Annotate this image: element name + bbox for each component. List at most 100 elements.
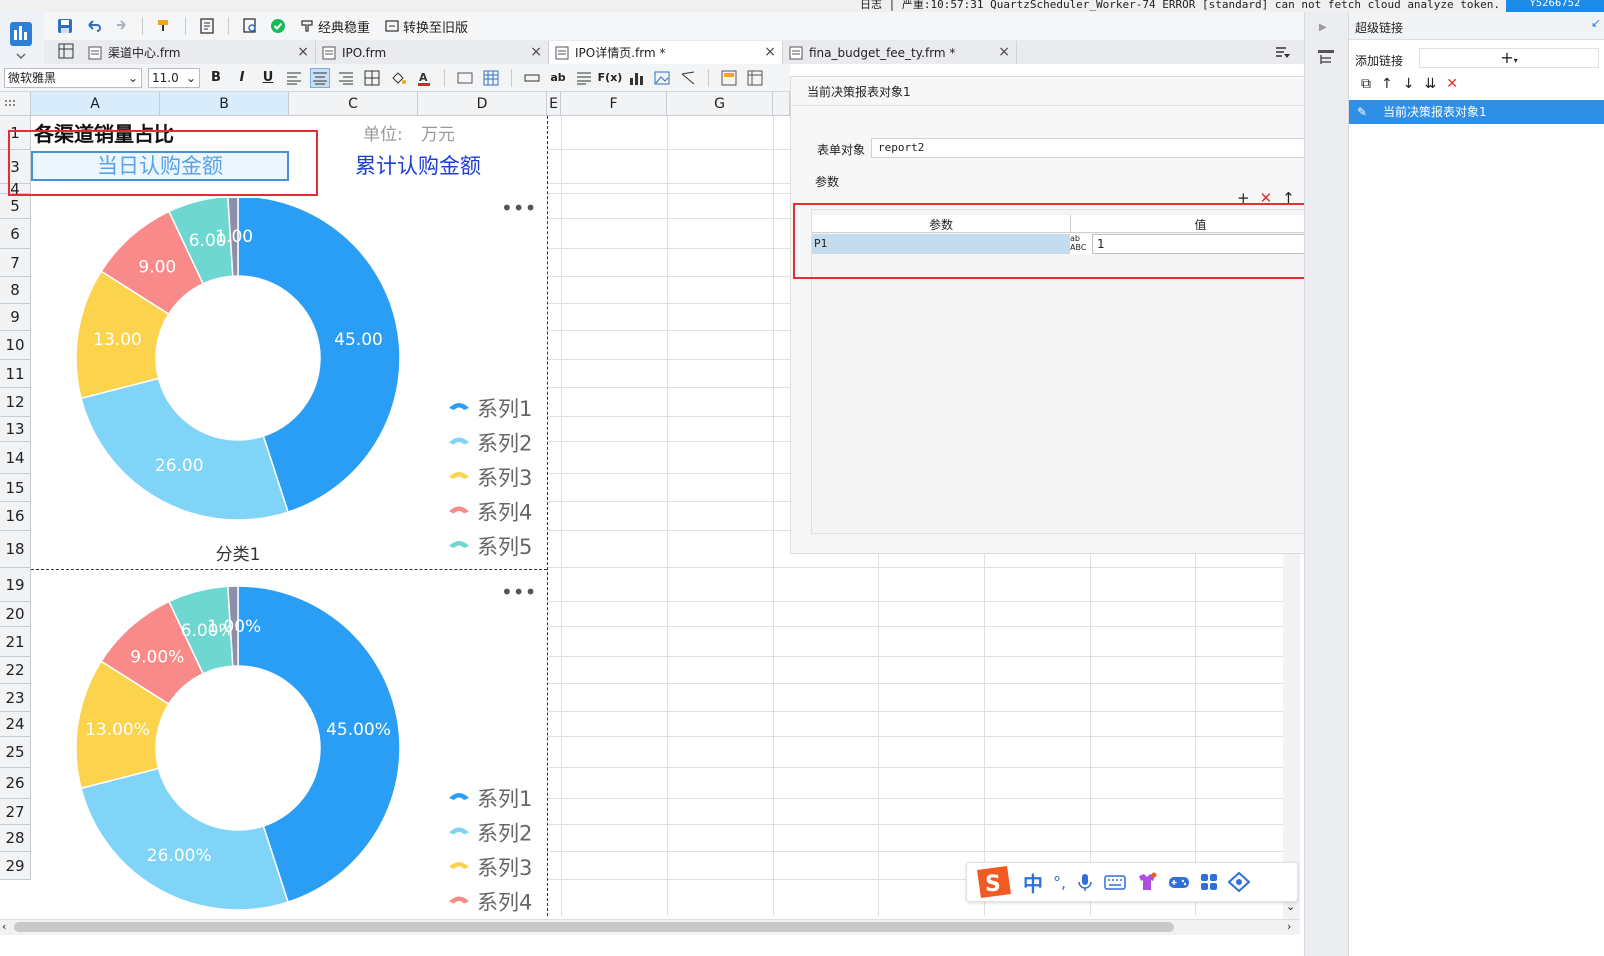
hyperlink-list-item[interactable]: ✎ 当前决策报表对象1 [1349,100,1604,124]
ime-punctuation[interactable]: °, [1053,873,1066,892]
legend-label[interactable]: 系列3 [477,856,532,880]
format-painter-icon[interactable] [153,15,175,37]
row-header[interactable]: 20 [0,602,31,627]
align-left-icon[interactable] [284,68,304,88]
legend-label[interactable]: 系列5 [477,535,532,559]
tab-ipo[interactable]: IPO.frm × [316,41,549,64]
cell-total-amount[interactable]: 累计认购金额 [289,151,547,181]
legend-swatch[interactable] [449,403,469,410]
log-status-text[interactable]: 日志 | 严重:10:57:31 QuartzScheduler_Worker-… [860,0,1500,12]
microphone-icon[interactable] [1076,872,1094,892]
preview-icon[interactable] [239,15,261,37]
row-header[interactable]: 27 [0,799,31,825]
font-color-icon[interactable]: A [414,68,434,88]
collapse-icon[interactable]: ↙ [1591,16,1601,30]
cell-unit-value[interactable]: 万元 [421,120,455,145]
move-bottom-icon[interactable]: ⇊ [1424,76,1436,98]
legend-swatch[interactable] [449,506,469,514]
row-header[interactable]: 13 [0,417,31,442]
legend-swatch[interactable] [449,896,469,904]
delete-icon[interactable]: ✕ [1446,76,1458,98]
italic-icon[interactable]: I [232,68,252,88]
legend-label[interactable]: 系列4 [477,501,532,525]
table-icon[interactable] [481,68,501,88]
legend-label[interactable]: 系列4 [477,891,532,915]
select-all-corner[interactable] [0,92,31,116]
legend-swatch[interactable] [449,472,469,479]
underline-icon[interactable]: U [258,68,278,88]
app-logo[interactable] [0,12,44,64]
check-icon[interactable] [267,15,289,37]
row-header[interactable]: 19 [0,568,31,602]
move-up-icon[interactable]: ↑ [1381,76,1393,98]
chevron-left-icon[interactable]: ‹ [2,920,6,933]
legend-label[interactable]: 系列2 [477,432,532,456]
row-header[interactable]: 16 [0,502,31,531]
pie-slice[interactable] [80,377,290,521]
column-header-e[interactable]: E [547,92,561,116]
game-icon[interactable] [1168,874,1190,890]
scroll-thumb[interactable] [14,922,1174,932]
toolbox-icon[interactable] [1200,873,1218,891]
pie-slice[interactable] [80,767,290,911]
row-header[interactable]: 29 [0,852,31,880]
row-header[interactable]: 12 [0,388,31,417]
row-header[interactable]: 14 [0,442,31,474]
copy-icon[interactable]: ⧉ [1361,76,1371,98]
sub-report-icon[interactable] [719,68,739,88]
bold-icon[interactable]: B [206,68,226,88]
row-header[interactable]: 18 [0,531,31,568]
more-icon[interactable]: ••• [501,196,536,220]
expand-icon[interactable]: ▶ [1319,22,1327,33]
save-icon[interactable] [54,15,76,37]
chart-icon[interactable] [626,68,646,88]
form-object-select[interactable]: report2 ⌄ [871,138,1325,158]
add-link-dropdown[interactable]: +▾ [1419,48,1599,68]
keyboard-icon[interactable] [1104,874,1126,890]
row-header[interactable]: 6 [0,219,31,249]
convert-legacy-button[interactable]: 转换至旧版 [380,15,472,37]
tab-ipo-detail[interactable]: IPO详情页.frm * × [549,41,783,64]
more-icon[interactable]: ••• [501,580,536,604]
row-header[interactable]: 23 [0,684,31,712]
cell-element-icon[interactable] [455,68,475,88]
paragraph-icon[interactable] [574,68,594,88]
column-header-g[interactable]: G [667,92,773,116]
font-size-select[interactable]: 11.0 ⌄ [148,67,200,88]
legend-swatch[interactable] [449,862,469,869]
tab-channel-center[interactable]: 渠道中心.frm × [82,41,316,64]
chevron-right-icon[interactable]: › [1287,920,1291,933]
text-field-icon[interactable] [522,68,542,88]
row-header[interactable]: 8 [0,277,31,304]
row-header[interactable]: 11 [0,360,31,388]
legend-label[interactable]: 系列1 [477,787,532,811]
row-header[interactable]: 22 [0,657,31,684]
tab-fina-budget[interactable]: fina_budget_fee_ty.frm * × [783,41,1017,64]
chart-2[interactable]: 45.00% 26.00% 13.00% 9.00% 6.00% 1.00% 系列1 系列2 系… [31,580,547,919]
label-icon[interactable]: ab [548,68,568,88]
cell-unit-label[interactable]: 单位: [363,120,403,145]
chart-1[interactable]: 45.00 26.00 13.00 9.00 6.00 1.00 系列1 系列2 系列3 系列4 系… [31,196,547,568]
close-icon[interactable]: × [530,44,542,60]
grid-view-icon[interactable] [58,43,74,59]
template-icon[interactable] [196,15,218,37]
column-header-f[interactable]: F [561,92,667,116]
row-header[interactable]: 9 [0,304,31,331]
legend-swatch[interactable] [449,541,469,548]
column-header-d[interactable]: D [418,92,547,116]
horizontal-scrollbar[interactable]: ‹ › [0,919,1300,935]
formula-icon[interactable]: F(x) [598,68,623,88]
row-header[interactable]: 15 [0,474,31,502]
redo-icon[interactable] [110,15,132,37]
border-icon[interactable] [362,68,382,88]
row-header[interactable]: 25 [0,737,31,768]
legend-label[interactable]: 系列1 [477,397,532,421]
column-header-c[interactable]: C [289,92,418,116]
close-icon[interactable]: × [764,44,776,60]
legend-swatch[interactable] [449,793,469,800]
fill-color-icon[interactable] [388,68,408,88]
user-badge[interactable]: Y5266752 [1506,0,1604,12]
row-header[interactable]: 7 [0,249,31,277]
image-icon[interactable] [652,68,672,88]
row-header[interactable]: 28 [0,825,31,852]
